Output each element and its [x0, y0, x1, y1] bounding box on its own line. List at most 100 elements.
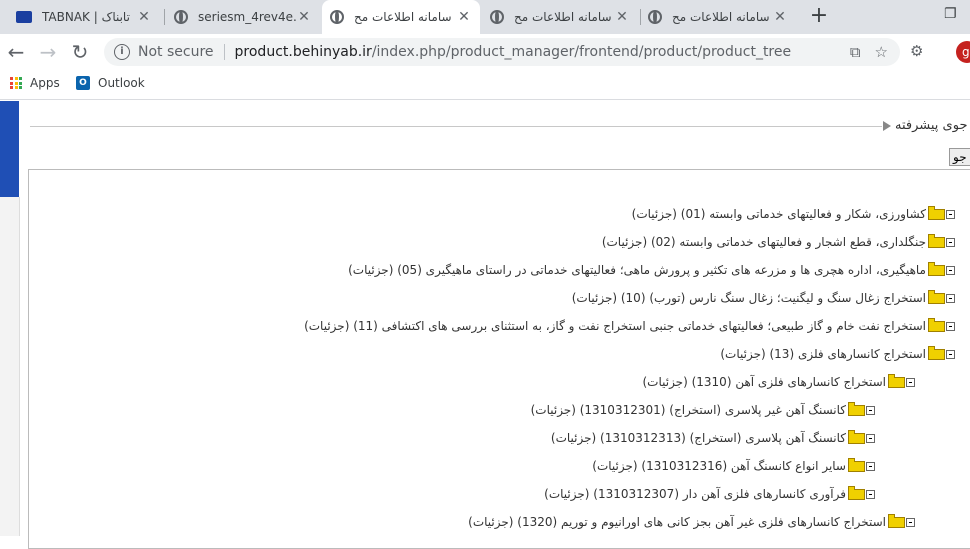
- folder-icon: [888, 513, 905, 528]
- folder-icon: [928, 233, 945, 248]
- tab-info-3[interactable]: سامانه اطلاعات مح ✕: [640, 0, 796, 34]
- back-arrow-icon[interactable]: ←: [4, 40, 28, 64]
- browser-toolbar: ← → ↻ i Not secure product.behinyab.ir/i…: [0, 34, 970, 70]
- bookmarks-bar: Apps O Outlook: [0, 70, 970, 100]
- extension-icon[interactable]: ⚙: [910, 42, 923, 60]
- tab-active[interactable]: سامانه اطلاعات مح ✕: [322, 0, 480, 34]
- tree-node[interactable]: استخراج کانسارهای فلزی آهن (1310) (جزئیا…: [642, 373, 915, 391]
- close-icon[interactable]: ✕: [772, 9, 788, 25]
- folder-icon: [928, 261, 945, 276]
- tree-node-label[interactable]: استخراج کانسارهای فلزی آهن (1310) (جزئیا…: [642, 375, 886, 389]
- close-icon[interactable]: ✕: [456, 9, 472, 25]
- new-tab-button[interactable]: +: [808, 5, 830, 27]
- expand-toggle-icon[interactable]: [946, 321, 955, 331]
- tree-node[interactable]: سایر انواع کانسنگ آهن (1310312316) (جزئی…: [592, 457, 875, 475]
- reload-icon[interactable]: ↻: [68, 40, 92, 64]
- tab-separator: [164, 9, 165, 25]
- tree-node-label[interactable]: استخراج زغال سنگ و لیگنیت؛ زغال سنگ نارس…: [572, 291, 926, 305]
- tree-node-label[interactable]: کانسنگ آهن پلاسری (استخراج) (1310312313)…: [551, 431, 846, 445]
- tree-node[interactable]: استخراج نفت خام و گاز طبیعی؛ فعالیتهای خ…: [304, 317, 955, 335]
- folder-icon: [848, 401, 865, 416]
- tree-node[interactable]: کشاورزی، شکار و فعالیتهای خدماتی وابسته …: [632, 205, 955, 223]
- tree-node-label[interactable]: کانسنگ آهن غیر پلاسری (استخراج) (1310312…: [531, 403, 846, 417]
- tab-title: سامانه اطلاعات مح: [514, 10, 612, 24]
- tree-node-label[interactable]: استخراج نفت خام و گاز طبیعی؛ فعالیتهای خ…: [304, 319, 926, 333]
- expand-toggle-icon[interactable]: [866, 405, 875, 415]
- folder-icon: [928, 345, 945, 360]
- bookmark-apps[interactable]: Apps: [10, 76, 60, 90]
- tree-node[interactable]: استخراج کانسارهای فلزی (13) (جزئیات): [720, 345, 955, 363]
- tree-node[interactable]: استخراج زغال سنگ و لیگنیت؛ زغال سنگ نارس…: [572, 289, 955, 307]
- bookmark-label: Outlook: [98, 76, 145, 90]
- close-icon[interactable]: ✕: [136, 9, 152, 25]
- forward-arrow-icon[interactable]: →: [36, 40, 60, 64]
- tree-node-label[interactable]: فرآوری کانسارهای فلزی آهن دار (131031230…: [544, 487, 846, 501]
- expand-toggle-icon[interactable]: [866, 461, 875, 471]
- address-bar[interactable]: i Not secure product.behinyab.ir/index.p…: [104, 38, 900, 66]
- globe-icon: [648, 10, 662, 24]
- tree-node[interactable]: فرآوری کانسارهای فلزی آهن دار (131031230…: [544, 485, 875, 503]
- expand-toggle-icon[interactable]: [946, 349, 955, 359]
- folder-icon: [848, 429, 865, 444]
- tree-node[interactable]: کانسنگ آهن غیر پلاسری (استخراج) (1310312…: [531, 401, 875, 419]
- folder-icon: [928, 317, 945, 332]
- tab-tabnak[interactable]: TABNAK | تابناک ✕: [8, 0, 160, 34]
- tree-node-label[interactable]: جنگلداری، قطع اشجار و فعالیتهای خدماتی و…: [602, 235, 926, 249]
- tree-node[interactable]: جنگلداری، قطع اشجار و فعالیتهای خدماتی و…: [602, 233, 955, 251]
- bookmark-outlook[interactable]: O Outlook: [76, 76, 145, 90]
- divider: [223, 44, 225, 60]
- folder-icon: [888, 373, 905, 388]
- globe-icon: [490, 10, 504, 24]
- close-icon[interactable]: ✕: [296, 9, 312, 25]
- advanced-search-toggle[interactable]: جوی پیشرفته: [895, 118, 967, 133]
- outlook-icon: O: [76, 76, 90, 90]
- tab-pdf[interactable]: seriesm_4rev4e.p... ✕: [166, 0, 320, 34]
- tabnak-favicon: [16, 11, 32, 23]
- folder-icon: [848, 457, 865, 472]
- expand-toggle-icon[interactable]: [866, 489, 875, 499]
- expand-toggle-icon[interactable]: [906, 517, 915, 527]
- omnibox-actions: ⧉ ☆: [850, 43, 888, 61]
- left-sidebar-panel: [0, 197, 20, 536]
- apps-grid-icon: [10, 77, 22, 89]
- expand-toggle-icon[interactable]: [906, 377, 915, 387]
- globe-icon: [174, 10, 188, 24]
- info-icon[interactable]: i: [114, 44, 130, 60]
- tree-node-label[interactable]: استخراج کانسارهای فلزی (13) (جزئیات): [720, 347, 926, 361]
- expand-toggle-icon[interactable]: [946, 265, 955, 275]
- search-button[interactable]: جو: [949, 148, 970, 166]
- restore-window-icon[interactable]: ❐: [944, 6, 957, 22]
- tree-node-label[interactable]: ماهیگیری، اداره هچری ها و مزرعه های تکثی…: [348, 263, 926, 277]
- tree-node-label[interactable]: سایر انواع کانسنگ آهن (1310312316) (جزئی…: [592, 459, 846, 473]
- not-secure-label: Not secure: [138, 44, 214, 60]
- translate-icon[interactable]: ⧉: [850, 43, 861, 61]
- expand-arrow-icon[interactable]: [883, 121, 891, 131]
- tree-node-label[interactable]: استخراج کانسارهای فلزی غیر آهن بجز کانی …: [468, 515, 886, 529]
- tab-title: سامانه اطلاعات مح: [354, 10, 452, 24]
- close-icon[interactable]: ✕: [614, 9, 630, 25]
- tab-title: TABNAK | تابناک: [42, 10, 130, 24]
- expand-toggle-icon[interactable]: [866, 433, 875, 443]
- expand-toggle-icon[interactable]: [946, 209, 955, 219]
- bookmark-label: Apps: [30, 76, 60, 90]
- tree-node-label[interactable]: کشاورزی، شکار و فعالیتهای خدماتی وابسته …: [632, 207, 926, 221]
- url-path: /index.php/product_manager/frontend/prod…: [371, 44, 792, 60]
- folder-icon: [928, 205, 945, 220]
- profile-avatar[interactable]: g: [956, 41, 970, 63]
- expand-toggle-icon[interactable]: [946, 237, 955, 247]
- folder-icon: [848, 485, 865, 500]
- star-icon[interactable]: ☆: [875, 43, 888, 61]
- tree-node[interactable]: کانسنگ آهن پلاسری (استخراج) (1310312313)…: [551, 429, 875, 447]
- tree-node[interactable]: استخراج کانسارهای فلزی غیر آهن بجز کانی …: [468, 513, 915, 531]
- tab-title: seriesm_4rev4e.p...: [198, 10, 296, 24]
- globe-icon: [330, 10, 344, 24]
- divider-line: [30, 126, 882, 127]
- tab-info-2[interactable]: سامانه اطلاعات مح ✕: [482, 0, 638, 34]
- folder-icon: [928, 289, 945, 304]
- expand-toggle-icon[interactable]: [946, 293, 955, 303]
- tab-title: سامانه اطلاعات مح: [672, 10, 770, 24]
- url-host: product.behinyab.ir: [234, 44, 372, 60]
- left-sidebar-strip: [0, 101, 19, 197]
- tree-node[interactable]: ماهیگیری، اداره هچری ها و مزرعه های تکثی…: [348, 261, 955, 279]
- tab-strip: TABNAK | تابناک ✕ seriesm_4rev4e.p... ✕ …: [0, 0, 970, 34]
